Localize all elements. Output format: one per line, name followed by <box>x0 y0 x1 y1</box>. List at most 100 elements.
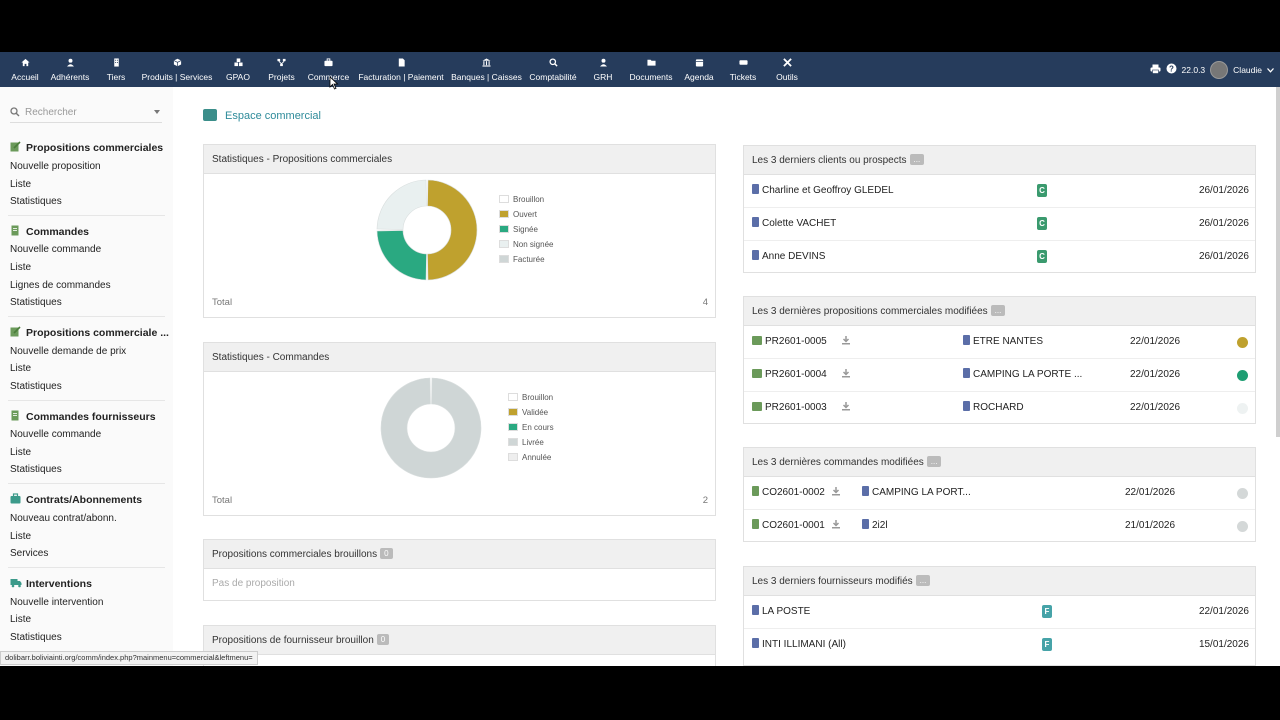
table-row[interactable]: CO2601-0002 CAMPING LA PORT... 22/01/202… <box>744 477 1255 510</box>
sidebar-link[interactable]: Services <box>10 548 48 559</box>
proposal-link[interactable]: PR2601-0003 <box>752 392 827 424</box>
menu-agenda[interactable]: Agenda <box>682 52 716 87</box>
sidebar-link[interactable]: Liste <box>10 363 31 374</box>
order-link[interactable]: CO2601-0001 <box>752 510 825 542</box>
menu-tickets[interactable]: Tickets <box>726 52 760 87</box>
sidebar-link[interactable]: Liste <box>10 614 31 625</box>
sidebar-title-commandes[interactable]: Commandes <box>10 225 89 238</box>
date: 22/01/2026 <box>1125 487 1176 498</box>
sidebar-link[interactable]: Nouvelle commande <box>10 244 101 255</box>
order-link[interactable]: CO2601-0002 <box>752 477 825 509</box>
sidebar-link[interactable]: Liste <box>10 447 31 458</box>
company-link[interactable]: ETRE NANTES <box>963 326 1043 358</box>
avatar[interactable] <box>1210 60 1229 79</box>
company-link[interactable]: CAMPING LA PORTE ... <box>963 359 1082 391</box>
table-row[interactable]: CO2601-0001 2i2l 21/01/2026 <box>744 510 1255 543</box>
sidebar-link[interactable]: Statistiques <box>10 464 62 475</box>
table-row[interactable]: PR2601-0004 CAMPING LA PORTE ... 22/01/2… <box>744 359 1255 392</box>
search-box[interactable]: Rechercher <box>10 105 162 123</box>
company-link[interactable]: ROCHARD <box>963 392 1024 424</box>
sidebar-link[interactable]: Lignes de commandes <box>10 280 111 291</box>
cube-icon <box>173 58 182 70</box>
menu-produits-services[interactable]: Produits | Services <box>139 52 215 87</box>
donut-slice-non-signée[interactable] <box>376 179 427 230</box>
panel-title: Les 3 dernières commandes modifiées... <box>744 448 1255 477</box>
download-icon[interactable] <box>831 477 841 509</box>
browser-status-bar: dolibarr.boliviainti.org/comm/index.php?… <box>0 651 258 665</box>
scrollbar[interactable] <box>1276 87 1280 437</box>
sidebar-link[interactable]: Statistiques <box>10 297 62 308</box>
sidebar-link[interactable]: Statistiques <box>10 381 62 392</box>
table-row[interactable]: Anne DEVINS C 26/01/2026 <box>744 241 1255 274</box>
sidebar-title-interventions[interactable]: Interventions <box>10 577 92 590</box>
divider <box>8 567 165 568</box>
sidebar-link[interactable]: Statistiques <box>10 632 62 643</box>
client-link[interactable]: Charline et Geoffroy GLEDEL <box>752 175 894 207</box>
proposal-icon <box>752 369 762 378</box>
print-icon[interactable] <box>1150 64 1161 76</box>
sidebar-link[interactable]: Statistiques <box>10 196 62 207</box>
sidebar-link[interactable]: Nouveau contrat/abonn. <box>10 513 117 524</box>
menu-outils[interactable]: Outils <box>772 52 802 87</box>
download-icon[interactable] <box>831 510 841 542</box>
menu-gpao[interactable]: GPAO <box>223 52 253 87</box>
date: 26/01/2026 <box>1198 185 1249 196</box>
menu-banques-caisses[interactable]: Banques | Caisses <box>450 52 523 87</box>
donut-slice-livrée[interactable] <box>380 377 482 479</box>
client-link[interactable]: Colette VACHET <box>752 208 836 240</box>
menu-facturation-paiement[interactable]: Facturation | Paiement <box>356 52 446 87</box>
company-link[interactable]: CAMPING LA PORT... <box>862 477 971 509</box>
sidebar-title-commandes-fournisseurs[interactable]: Commandes fournisseurs <box>10 410 156 423</box>
proposal-link[interactable]: PR2601-0004 <box>752 359 827 391</box>
menu-accueil[interactable]: Accueil <box>9 52 41 87</box>
sidebar-link[interactable]: Nouvelle intervention <box>10 597 103 608</box>
table-row[interactable]: INTI ILLIMANI (All) F 15/01/2026 <box>744 629 1255 662</box>
table-row[interactable]: Colette VACHET C 26/01/2026 <box>744 208 1255 241</box>
download-icon[interactable] <box>841 359 851 391</box>
menu-projets[interactable]: Projets <box>264 52 299 87</box>
user-name[interactable]: Claudie <box>1233 65 1262 75</box>
sidebar-title-propositions[interactable]: Propositions commerciales <box>10 141 163 154</box>
sidebar-link[interactable]: Nouvelle commande <box>10 429 101 440</box>
table-row[interactable]: PR2601-0005 ETRE NANTES 22/01/2026 <box>744 326 1255 359</box>
sidebar-link[interactable]: Liste <box>10 531 31 542</box>
date: 22/01/2026 <box>1198 606 1249 617</box>
supplier-link[interactable]: LA POSTE <box>752 596 810 628</box>
more-button[interactable]: ... <box>909 154 925 165</box>
count-badge: 0 <box>380 548 393 559</box>
sidebar-title-contrats[interactable]: Contrats/Abonnements <box>10 493 142 506</box>
proposal-link[interactable]: PR2601-0005 <box>752 326 827 358</box>
menu-grh[interactable]: GRH <box>589 52 617 87</box>
more-button[interactable]: ... <box>990 305 1006 316</box>
table-row[interactable]: LA POSTE F 22/01/2026 <box>744 596 1255 629</box>
table-row[interactable]: Charline et Geoffroy GLEDEL C 26/01/2026 <box>744 175 1255 208</box>
legend-item: Signée <box>499 222 553 237</box>
date: 26/01/2026 <box>1198 251 1249 262</box>
download-icon[interactable] <box>841 392 851 424</box>
menu-documents[interactable]: Documents <box>626 52 676 87</box>
search-icon <box>10 107 20 117</box>
menu-comptabilite[interactable]: Comptabilité <box>526 52 580 87</box>
chart-legend: Brouillon Validée En cours Livrée Annulée <box>508 390 554 465</box>
chevron-down-icon[interactable] <box>1267 65 1274 75</box>
svg-text:?: ? <box>1169 64 1174 73</box>
legend-swatch <box>499 240 509 248</box>
supplier-link[interactable]: INTI ILLIMANI (All) <box>752 629 846 661</box>
sidebar-link[interactable]: Nouvelle proposition <box>10 161 101 172</box>
donut-slice-signée[interactable] <box>376 230 427 281</box>
proposal-icon <box>10 141 21 152</box>
more-button[interactable]: ... <box>915 575 931 586</box>
sidebar-link[interactable]: Liste <box>10 179 31 190</box>
download-icon[interactable] <box>841 326 851 358</box>
sidebar-link[interactable]: Nouvelle demande de prix <box>10 346 126 357</box>
table-row[interactable]: PR2601-0003 ROCHARD 22/01/2026 <box>744 392 1255 425</box>
sidebar-title-propositions-fournisseur[interactable]: Propositions commerciale ... <box>10 326 169 339</box>
client-link[interactable]: Anne DEVINS <box>752 241 825 273</box>
more-button[interactable]: ... <box>926 456 942 467</box>
menu-tiers[interactable]: Tiers <box>102 52 130 87</box>
menu-adherents[interactable]: Adhérents <box>48 52 92 87</box>
company-link[interactable]: 2i2l <box>862 510 888 542</box>
sidebar-link[interactable]: Liste <box>10 262 31 273</box>
help-icon[interactable]: ? <box>1166 63 1177 76</box>
donut-slice-ouvert[interactable] <box>427 179 478 281</box>
